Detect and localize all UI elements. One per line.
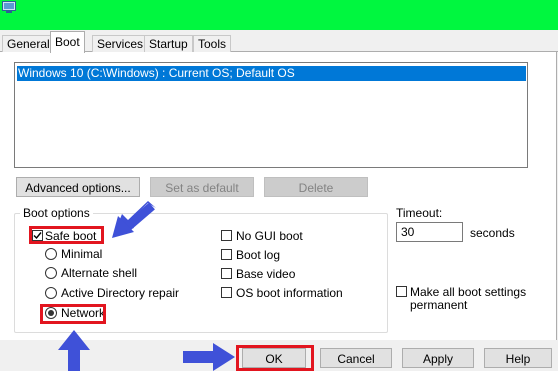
arrow-to-network-icon <box>58 330 90 371</box>
tab-tools[interactable]: Tools <box>193 35 232 52</box>
advanced-options-button[interactable]: Advanced options... <box>16 177 140 197</box>
tab-services[interactable]: Services <box>92 35 149 52</box>
tab-startup[interactable]: Startup <box>144 35 193 52</box>
boot-log-checkbox[interactable] <box>221 249 232 260</box>
timeout-input[interactable]: 30 <box>396 222 463 242</box>
tab-general[interactable]: General <box>2 35 55 52</box>
os-list-item[interactable]: Windows 10 (C:\Windows) : Current OS; De… <box>17 66 526 81</box>
base-video-label: Base video <box>236 267 296 281</box>
os-boot-information-checkbox[interactable] <box>221 287 232 298</box>
active-directory-repair-label: Active Directory repair <box>61 286 180 300</box>
os-listbox[interactable]: Windows 10 (C:\Windows) : Current OS; De… <box>14 62 528 168</box>
help-button[interactable]: Help <box>484 348 552 368</box>
msconfig-app-icon <box>2 1 16 13</box>
safe-boot-highlight-box <box>29 226 104 244</box>
boot-log-label: Boot log <box>236 248 281 262</box>
network-highlight-box <box>40 304 106 324</box>
title-bar <box>0 0 558 30</box>
set-as-default-button[interactable]: Set as default <box>150 177 254 197</box>
arrow-to-safe-boot-icon <box>112 201 156 238</box>
make-permanent-label-line1: Make all boot settings <box>410 285 527 299</box>
make-permanent-checkbox[interactable] <box>396 286 407 297</box>
apply-button[interactable]: Apply <box>402 348 474 368</box>
alternate-shell-label: Alternate shell <box>61 266 138 280</box>
delete-button[interactable]: Delete <box>264 177 368 197</box>
os-boot-information-label: OS boot information <box>236 286 343 300</box>
timeout-unit-label: seconds <box>470 226 515 240</box>
no-gui-boot-checkbox[interactable] <box>221 230 232 241</box>
alternate-shell-radio[interactable] <box>45 267 57 279</box>
no-gui-boot-label: No GUI boot <box>236 229 303 243</box>
minimal-radio[interactable] <box>45 248 57 260</box>
cancel-button[interactable]: Cancel <box>320 348 392 368</box>
ok-highlight-box <box>236 345 314 371</box>
active-directory-repair-radio[interactable] <box>45 287 57 299</box>
make-permanent-label-line2: permanent <box>410 298 468 312</box>
timeout-label: Timeout: <box>396 206 443 220</box>
tab-boot[interactable]: Boot <box>50 31 85 53</box>
boot-options-legend: Boot options <box>20 206 93 220</box>
arrow-to-ok-icon <box>183 343 235 371</box>
base-video-checkbox[interactable] <box>221 268 232 279</box>
minimal-label: Minimal <box>61 247 103 261</box>
